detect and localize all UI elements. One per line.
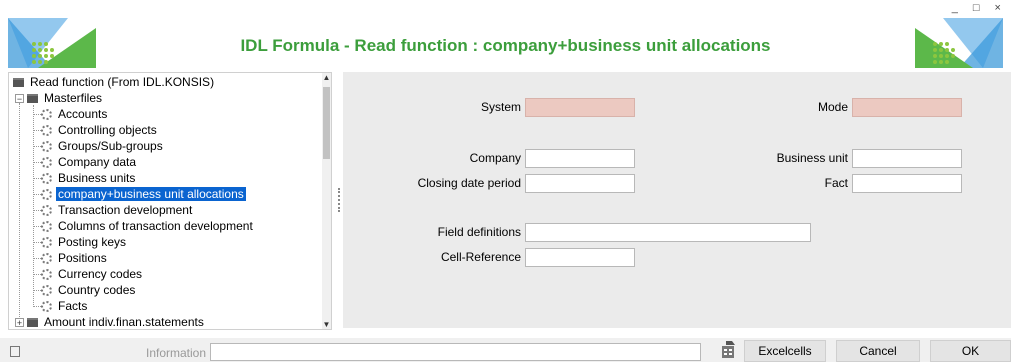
tree-scrollbar[interactable]: ▲ ▼ — [322, 73, 331, 329]
window-title: IDL Formula - Read function : company+bu… — [240, 36, 771, 55]
information-label: Information — [146, 346, 207, 360]
mode-label: Mode — [817, 100, 848, 114]
company-label: Company — [469, 151, 521, 165]
tree-item[interactable]: company+business unit allocations — [41, 186, 247, 202]
ok-button[interactable]: OK — [930, 340, 1011, 362]
tree-item[interactable]: Transaction development — [41, 202, 194, 218]
tree-item[interactable]: Facts — [41, 298, 89, 314]
company-field[interactable] — [525, 149, 635, 168]
tree-item[interactable]: Country codes — [41, 282, 137, 298]
closing-date-field[interactable] — [525, 174, 635, 193]
gear-icon — [41, 237, 52, 248]
gear-icon — [41, 189, 52, 200]
scroll-up-icon[interactable]: ▲ — [322, 73, 331, 82]
tree-folder-masterfiles[interactable]: Masterfiles — [27, 90, 104, 106]
tree-connector — [33, 274, 41, 275]
tree-connector — [33, 242, 41, 243]
tree-item-label: Business units — [58, 171, 136, 185]
scroll-thumb[interactable] — [323, 87, 330, 159]
tree-item[interactable]: Controlling objects — [41, 122, 159, 138]
panel-toggle-icon[interactable] — [10, 346, 20, 357]
mode-field[interactable] — [852, 98, 962, 117]
excel-icon[interactable] — [720, 341, 736, 359]
status-bar: Information Excelcells Cancel OK — [0, 338, 1011, 362]
gear-icon — [41, 301, 52, 312]
tree-connector — [33, 226, 41, 227]
tree-connector — [33, 210, 41, 211]
cell-reference-field[interactable] — [525, 248, 635, 267]
tree-root[interactable]: Read function (From IDL.KONSIS) — [13, 74, 216, 90]
system-field[interactable] — [525, 98, 635, 117]
tree-connector — [33, 105, 34, 307]
tree-connector — [33, 114, 41, 115]
tree-connector — [33, 162, 41, 163]
tree-item-label: Controlling objects — [58, 123, 157, 137]
tree-folder-amount[interactable]: Amount indiv.finan.statements — [27, 314, 206, 329]
tree-item[interactable]: Business units — [41, 170, 137, 186]
field-definitions-field[interactable] — [525, 223, 811, 242]
tree-item-label: Columns of transaction development — [58, 219, 253, 233]
tree-connector — [33, 290, 41, 291]
closing-date-label: Closing date period — [417, 176, 521, 190]
tree-item-label: Accounts — [58, 107, 108, 121]
tree-item-label: Facts — [58, 299, 88, 313]
business-unit-label: Business unit — [776, 151, 848, 165]
function-tree[interactable]: Read function (From IDL.KONSIS) − Master… — [8, 72, 332, 330]
tree-connector — [19, 103, 20, 321]
tree-connector — [33, 146, 41, 147]
cancel-button[interactable]: Cancel — [836, 340, 920, 362]
gear-icon — [41, 269, 52, 280]
tree-item-label: Posting keys — [58, 235, 127, 249]
expand-toggle-icon[interactable]: + — [15, 318, 24, 328]
fact-label: Fact — [824, 176, 848, 190]
collapse-toggle-icon[interactable]: − — [15, 94, 24, 104]
tree-item[interactable]: Company data — [41, 154, 138, 170]
gear-icon — [41, 253, 52, 264]
window-controls[interactable]: _ □ × — [952, 2, 1007, 14]
tree-item[interactable]: Groups/Sub-groups — [41, 138, 165, 154]
tree-connector — [33, 306, 41, 307]
tree-item-label: Transaction development — [58, 203, 193, 217]
tree-root-label: Read function (From IDL.KONSIS) — [30, 75, 215, 89]
tree-item[interactable]: Accounts — [41, 106, 109, 122]
tree-folder-label: Masterfiles — [44, 91, 103, 105]
gear-icon — [41, 157, 52, 168]
tree-item-label: Country codes — [58, 283, 136, 297]
business-unit-field[interactable] — [852, 149, 962, 168]
gear-icon — [41, 285, 52, 296]
cell-reference-label: Cell-Reference — [440, 250, 521, 264]
title-bar: IDL Formula - Read function : company+bu… — [0, 0, 1011, 72]
scroll-down-icon[interactable]: ▼ — [322, 320, 331, 329]
tree-item[interactable]: Currency codes — [41, 266, 144, 282]
folder-icon — [27, 318, 38, 327]
tree-item-label: Positions — [58, 251, 107, 265]
form-panel: System Mode Company Business unit Closin… — [343, 72, 1011, 328]
tree-connector — [33, 258, 41, 259]
information-field[interactable] — [210, 343, 701, 361]
idl-logo-right-icon — [915, 18, 1003, 68]
tree-connector — [33, 194, 41, 195]
tree-item-label: Currency codes — [58, 267, 143, 281]
tree-connector — [33, 178, 41, 179]
field-definitions-label: Field definitions — [437, 225, 521, 239]
system-label: System — [480, 100, 521, 114]
tree-item-label: Company data — [58, 155, 137, 169]
gear-icon — [41, 205, 52, 216]
fact-field[interactable] — [852, 174, 962, 193]
tree-connector — [33, 130, 41, 131]
gear-icon — [41, 173, 52, 184]
tree-item[interactable]: Posting keys — [41, 234, 128, 250]
tree-item[interactable]: Columns of transaction development — [41, 218, 255, 234]
tree-item-label: company+business unit allocations — [55, 186, 247, 202]
tree-folder-label: Amount indiv.finan.statements — [44, 315, 204, 329]
tree-item-label: Groups/Sub-groups — [58, 139, 163, 153]
gear-icon — [41, 141, 52, 152]
folder-icon — [27, 94, 38, 103]
gear-icon — [41, 125, 52, 136]
folder-icon — [13, 78, 24, 87]
gear-icon — [41, 221, 52, 232]
gear-icon — [41, 109, 52, 120]
tree-item[interactable]: Positions — [41, 250, 109, 266]
excelcells-button[interactable]: Excelcells — [744, 340, 826, 362]
